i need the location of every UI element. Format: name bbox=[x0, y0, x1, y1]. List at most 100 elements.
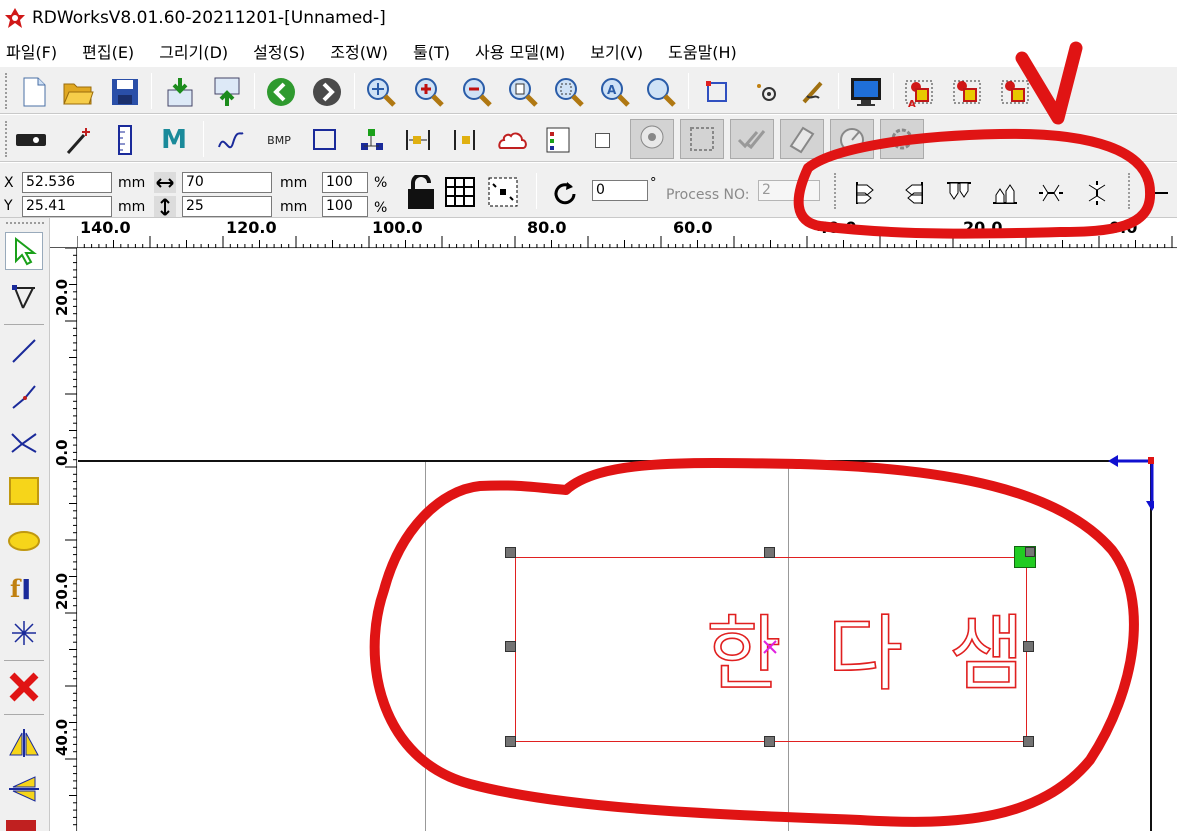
array-icon[interactable] bbox=[6, 820, 36, 831]
polyline-tool-icon[interactable] bbox=[5, 378, 43, 416]
position-anchor-icon[interactable] bbox=[486, 175, 520, 209]
checkbox[interactable] bbox=[585, 123, 619, 157]
scale-x-field[interactable]: 100 bbox=[322, 172, 368, 193]
text-tool-icon[interactable]: fI bbox=[5, 568, 43, 606]
menu-bar: 파일(F) 편집(E) 그리기(D) 설정(S) 조정(W) 툴(T) 사용 모… bbox=[0, 36, 1177, 66]
layer-list-icon[interactable] bbox=[541, 123, 575, 157]
back-icon[interactable] bbox=[264, 75, 298, 109]
bmp-button[interactable]: BMP bbox=[262, 123, 296, 157]
new-file-icon[interactable] bbox=[17, 75, 51, 109]
bezier-tool-icon[interactable] bbox=[5, 424, 43, 462]
pen-settings-icon[interactable] bbox=[796, 75, 830, 109]
align-top-icon[interactable] bbox=[945, 179, 973, 207]
origin-icon[interactable] bbox=[750, 75, 784, 109]
resize-handle-bl[interactable] bbox=[505, 736, 516, 747]
frame-select-icon[interactable] bbox=[680, 119, 724, 159]
save-icon[interactable] bbox=[108, 75, 142, 109]
resize-handle-tm[interactable] bbox=[764, 547, 775, 558]
line-tool-icon[interactable] bbox=[5, 332, 43, 370]
resize-handle-ml[interactable] bbox=[505, 641, 516, 652]
open-folder-icon[interactable] bbox=[61, 75, 95, 109]
distribute-icon[interactable] bbox=[401, 123, 435, 157]
laser-head-icon[interactable] bbox=[14, 123, 48, 157]
import-icon[interactable] bbox=[163, 75, 197, 109]
zoom-page-icon[interactable] bbox=[506, 75, 540, 109]
forward-icon[interactable] bbox=[310, 75, 344, 109]
menu-file[interactable]: 파일(F) bbox=[6, 39, 57, 63]
camera-icon[interactable] bbox=[630, 119, 674, 159]
menu-edit[interactable]: 편집(E) bbox=[82, 39, 134, 63]
align-right-icon-2[interactable] bbox=[898, 179, 926, 207]
start-icon[interactable] bbox=[950, 75, 984, 109]
menu-draw[interactable]: 그리기(D) bbox=[159, 39, 228, 63]
menu-settings[interactable]: 설정(S) bbox=[253, 39, 305, 63]
star-tool-icon[interactable] bbox=[5, 614, 43, 652]
rotate-angle-field[interactable]: 0 bbox=[592, 180, 648, 201]
rect-tool-icon[interactable] bbox=[308, 123, 342, 157]
menu-model[interactable]: 사용 모델(M) bbox=[475, 39, 565, 63]
resize-handle-tl[interactable] bbox=[505, 547, 516, 558]
resize-handle-bm[interactable] bbox=[764, 736, 775, 747]
delete-icon[interactable] bbox=[5, 668, 43, 706]
menu-adjust[interactable]: 조정(W) bbox=[330, 39, 388, 63]
process-no-field[interactable]: 2 bbox=[758, 180, 820, 201]
download-icon[interactable]: A bbox=[902, 75, 936, 109]
degree-sign: ° bbox=[650, 176, 657, 191]
resize-handle-br[interactable] bbox=[1023, 736, 1034, 747]
stop-icon[interactable] bbox=[998, 75, 1032, 109]
align-left-icon[interactable] bbox=[853, 179, 881, 207]
text-object[interactable]: 한 다 샘 bbox=[698, 594, 1018, 699]
export-icon[interactable] bbox=[210, 75, 244, 109]
zoom-in-icon[interactable] bbox=[412, 75, 446, 109]
node-edit-icon[interactable] bbox=[5, 278, 43, 316]
mirror-horizontal-icon[interactable] bbox=[5, 724, 43, 762]
height-field[interactable]: 25 bbox=[182, 196, 272, 217]
align-bottom-icon[interactable] bbox=[991, 179, 1019, 207]
zoom-select-icon[interactable] bbox=[552, 75, 586, 109]
rotate-icon[interactable] bbox=[550, 179, 580, 209]
ruler-label-60: 60.0 bbox=[673, 218, 713, 237]
double-check-icon[interactable] bbox=[730, 119, 774, 159]
menu-view[interactable]: 보기(V) bbox=[590, 39, 643, 63]
cloud-icon[interactable] bbox=[495, 123, 529, 157]
x-unit: mm bbox=[118, 175, 146, 191]
ellipse-tool-icon[interactable] bbox=[5, 522, 43, 560]
zoom-all-icon[interactable]: A bbox=[598, 75, 632, 109]
menu-tools[interactable]: 툴(T) bbox=[413, 39, 450, 63]
select-pointer-icon[interactable] bbox=[5, 232, 43, 270]
curve-icon[interactable] bbox=[214, 123, 248, 157]
node-icon[interactable] bbox=[355, 123, 389, 157]
align-right-icon[interactable] bbox=[448, 123, 482, 157]
scale-y-field[interactable]: 100 bbox=[322, 196, 368, 217]
ruler-label-140: 140.0 bbox=[80, 218, 131, 237]
svg-text:A: A bbox=[908, 99, 916, 109]
align-hcenter-icon[interactable] bbox=[1083, 179, 1111, 207]
height-arrow-icon bbox=[154, 196, 176, 217]
center-cross-icon bbox=[763, 640, 777, 654]
left-toolbar: fI bbox=[0, 218, 50, 831]
x-position-field[interactable]: 52.536 bbox=[22, 172, 112, 193]
align-vcenter-icon[interactable] bbox=[1037, 179, 1065, 207]
menu-help[interactable]: 도움말(H) bbox=[668, 39, 737, 63]
m-tool-button[interactable]: M bbox=[157, 123, 191, 157]
ruler-icon[interactable] bbox=[108, 123, 142, 157]
mirror-vertical-icon[interactable] bbox=[5, 770, 43, 808]
resize-handle-mr[interactable] bbox=[1023, 641, 1034, 652]
resize-handle-tr[interactable] bbox=[1014, 546, 1036, 568]
gauge-icon[interactable] bbox=[830, 119, 874, 159]
gear-icon[interactable] bbox=[880, 119, 924, 159]
magic-wand-icon[interactable] bbox=[62, 123, 96, 157]
frame-icon[interactable] bbox=[700, 75, 734, 109]
same-width-icon[interactable] bbox=[1140, 179, 1168, 207]
y-position-field[interactable]: 25.41 bbox=[22, 196, 112, 217]
zoom-out-icon[interactable] bbox=[460, 75, 494, 109]
monitor-icon[interactable] bbox=[849, 75, 883, 109]
drawing-canvas[interactable]: 한 다 샘 bbox=[78, 249, 1177, 831]
zoom-move-icon[interactable] bbox=[364, 75, 398, 109]
eraser-icon[interactable] bbox=[780, 119, 824, 159]
grid-icon[interactable] bbox=[443, 175, 477, 209]
lock-icon[interactable] bbox=[404, 173, 438, 211]
width-field[interactable]: 70 bbox=[182, 172, 272, 193]
zoom-fit-icon[interactable] bbox=[644, 75, 678, 109]
rectangle-tool-icon[interactable] bbox=[5, 472, 43, 510]
